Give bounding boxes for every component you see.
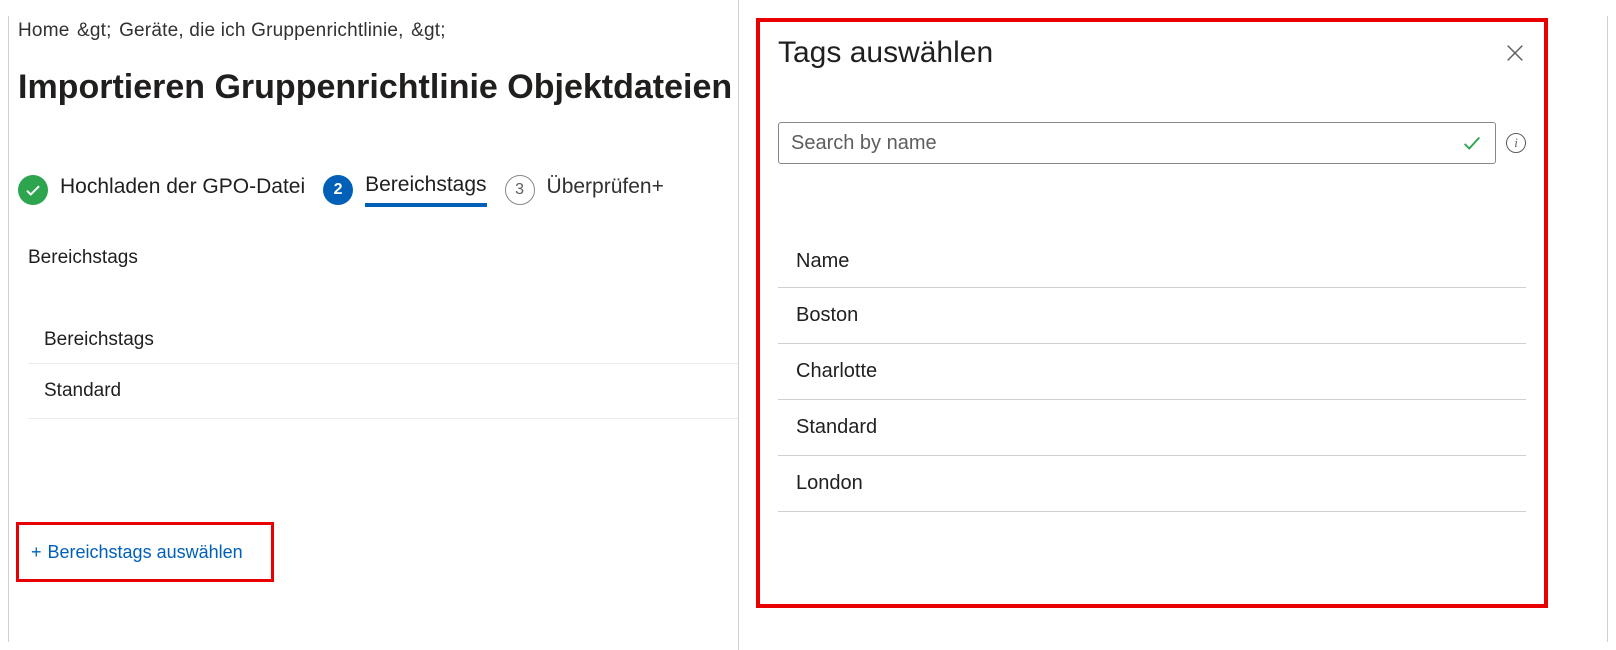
step-upload[interactable]: Hochladen der GPO-Datei — [18, 175, 305, 205]
check-icon — [1461, 132, 1483, 154]
breadcrumb-item-home[interactable]: Home — [18, 20, 69, 41]
select-scope-tags-highlight: + Bereichstags auswählen — [16, 522, 274, 582]
breadcrumb-sep: &gt; — [77, 20, 112, 41]
table-header: Bereichstags — [28, 317, 738, 364]
pane-divider — [738, 0, 739, 650]
list-item[interactable]: London — [778, 456, 1526, 512]
tags-result-list: Name Boston Charlotte Standard London — [778, 236, 1526, 512]
search-input[interactable] — [791, 132, 1461, 155]
step-active-badge: 2 — [323, 175, 353, 205]
select-scope-tags-link[interactable]: + Bereichstags auswählen — [31, 542, 243, 563]
select-scope-tags-label: Bereichstags auswählen — [48, 542, 243, 563]
column-header-name[interactable]: Name — [778, 236, 1526, 288]
breadcrumb-sep: &gt; — [411, 20, 446, 41]
table-row[interactable]: Standard — [28, 364, 738, 419]
step-label: Hochladen der GPO-Datei — [60, 175, 305, 205]
close-icon[interactable] — [1504, 42, 1526, 64]
step-scope-tags[interactable]: 2 Bereichstags — [323, 173, 486, 207]
breadcrumb[interactable]: Home &gt; Geräte, die ich Gruppenrichtli… — [18, 20, 738, 42]
wizard-stepper: Hochladen der GPO-Datei 2 Bereichstags 3… — [18, 173, 738, 207]
list-item[interactable]: Charlotte — [778, 344, 1526, 400]
list-item[interactable]: Boston — [778, 288, 1526, 344]
page-title: Importieren Gruppenrichtlinie Objektdate… — [18, 68, 738, 107]
step-label: Überprüfen+ — [547, 175, 664, 205]
step-label: Bereichstags — [365, 173, 486, 207]
search-input-wrap[interactable] — [778, 122, 1496, 164]
plus-icon: + — [31, 542, 42, 563]
info-icon[interactable]: i — [1506, 133, 1526, 153]
breadcrumb-item-devices[interactable]: Geräte, die ich Gruppenrichtlinie, — [119, 20, 404, 41]
scope-tags-table: Bereichstags Standard — [28, 317, 738, 419]
left-pane: Home &gt; Geräte, die ich Gruppenrichtli… — [18, 20, 738, 419]
step-review[interactable]: 3 Überprüfen+ — [505, 175, 664, 205]
section-label: Bereichstags — [28, 247, 738, 269]
select-tags-panel: Tags auswählen i Name Boston Charlotte S… — [756, 18, 1548, 608]
step-done-icon — [18, 175, 48, 205]
step-pending-badge: 3 — [505, 175, 535, 205]
list-item[interactable]: Standard — [778, 400, 1526, 456]
panel-title: Tags auswählen — [778, 36, 993, 70]
